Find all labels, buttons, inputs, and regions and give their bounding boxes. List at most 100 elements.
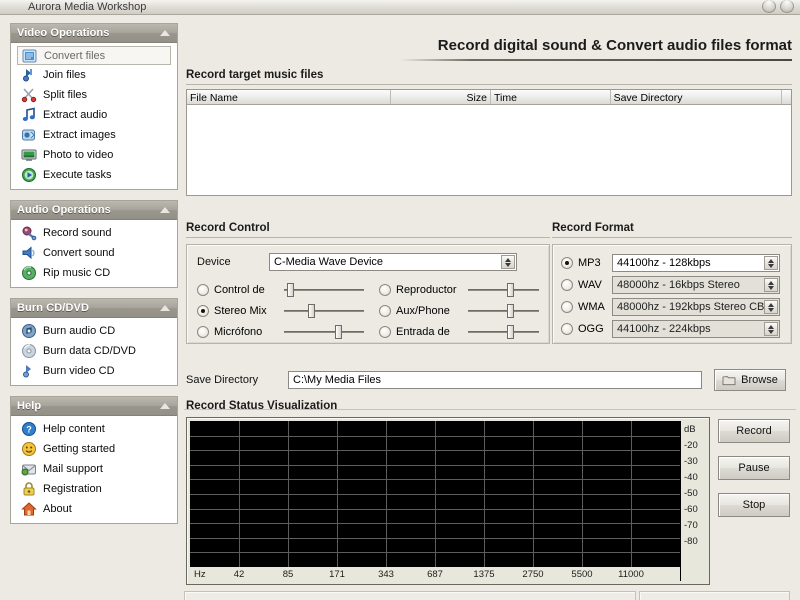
combobox-wma-quality[interactable]: 48000hz - 192kbps Stereo CB bbox=[612, 298, 780, 316]
spinner-icon[interactable] bbox=[764, 300, 778, 314]
sidebar-item-rip-music-cd[interactable]: Rip music CD bbox=[11, 263, 177, 283]
slider-thumb[interactable] bbox=[506, 282, 514, 297]
column-header-file-name[interactable]: File Name bbox=[187, 90, 392, 104]
triangle-up-icon[interactable] bbox=[160, 305, 170, 311]
sidebar-item-help-content[interactable]: ? Help content bbox=[11, 419, 177, 439]
spinner-icon[interactable] bbox=[764, 278, 778, 292]
radio-mp3[interactable] bbox=[561, 257, 573, 269]
table-header-row: File Name Size Time Save Directory bbox=[187, 90, 791, 105]
sidebar-item-record-sound[interactable]: Record sound bbox=[11, 223, 177, 243]
combobox-mp3-quality[interactable]: 44100hz - 128kbps bbox=[612, 254, 780, 272]
radio-wma[interactable] bbox=[561, 301, 573, 313]
channel-row-entrada-de: Entrada de bbox=[379, 321, 539, 342]
sidebar-item-extract-images[interactable]: Extract images bbox=[11, 125, 177, 145]
combobox-wav-quality[interactable]: 48000hz - 16kbps Stereo bbox=[612, 276, 780, 294]
column-header-time[interactable]: Time bbox=[491, 90, 611, 104]
spectrum-grid[interactable] bbox=[190, 421, 680, 567]
sidebar-item-convert-sound[interactable]: Convert sound bbox=[11, 243, 177, 263]
y-tick-label: -20 bbox=[684, 440, 698, 451]
grid-line-horizontal bbox=[190, 537, 680, 539]
triangle-up-icon[interactable] bbox=[160, 403, 170, 409]
sidebar-item-extract-audio[interactable]: Extract audio bbox=[11, 105, 177, 125]
spinner-icon[interactable] bbox=[764, 256, 778, 270]
radio-microfono[interactable] bbox=[197, 325, 209, 338]
slider-thumb[interactable] bbox=[506, 303, 514, 318]
x-tick-label: 1375 bbox=[473, 569, 495, 580]
column-header-save-directory[interactable]: Save Directory bbox=[611, 90, 783, 104]
radio-ogg[interactable] bbox=[561, 323, 573, 335]
channel-row-microfono: Micrófono bbox=[197, 321, 369, 342]
pause-button[interactable]: Pause bbox=[718, 456, 790, 480]
folder-icon bbox=[722, 376, 736, 386]
grid-line-horizontal bbox=[190, 479, 680, 481]
slider-thumb[interactable] bbox=[335, 324, 343, 339]
main-content: Record digital sound & Convert audio fil… bbox=[184, 19, 796, 600]
slider-entrada-de[interactable] bbox=[467, 324, 539, 339]
section-label-record-format: Record Format bbox=[552, 222, 634, 234]
panel-header-video-operations[interactable]: Video Operations bbox=[11, 24, 177, 43]
grid-line-horizontal bbox=[190, 523, 680, 525]
browse-button[interactable]: Browse bbox=[714, 369, 786, 391]
save-directory-input[interactable]: C:\My Media Files bbox=[288, 371, 702, 389]
sidebar-item-about[interactable]: About bbox=[11, 499, 177, 519]
channel-row-stereo-mix: Stereo Mix bbox=[197, 300, 369, 321]
spinner-icon[interactable] bbox=[764, 322, 778, 336]
maximize-button[interactable] bbox=[780, 0, 794, 13]
sidebar: Video Operations Convert files Join file… bbox=[10, 23, 178, 583]
section-label-record-control: Record Control bbox=[186, 222, 270, 234]
sidebar-item-getting-started[interactable]: Getting started bbox=[11, 439, 177, 459]
sidebar-item-label: Execute tasks bbox=[43, 169, 112, 181]
radio-control-de[interactable] bbox=[197, 283, 209, 296]
minimize-button[interactable] bbox=[762, 0, 776, 13]
page-title: Record digital sound & Convert audio fil… bbox=[437, 37, 792, 54]
radio-stereo-mix[interactable] bbox=[197, 304, 209, 317]
spectrum-analyzer[interactable]: Hz 42 85 171 343 687 1375 2750 5500 11000 dB -20 -3… bbox=[186, 417, 710, 585]
combobox-ogg-quality[interactable]: 44100hz - 224kbps bbox=[612, 320, 780, 338]
sidebar-item-mail-support[interactable]: Mail support bbox=[11, 459, 177, 479]
triangle-up-icon[interactable] bbox=[160, 207, 170, 213]
sidebar-item-registration[interactable]: Registration bbox=[11, 479, 177, 499]
sidebar-item-burn-data-cd-dvd[interactable]: Burn data CD/DVD bbox=[11, 341, 177, 361]
device-label: Device bbox=[197, 256, 231, 268]
section-label-visualization: Record Status Visualization bbox=[186, 400, 338, 412]
sidebar-item-convert-files[interactable]: Convert files bbox=[17, 46, 171, 65]
combobox-ogg-value: 44100hz - 224kbps bbox=[617, 323, 711, 335]
radio-wav[interactable] bbox=[561, 279, 573, 291]
panel-header-burn-cd-dvd[interactable]: Burn CD/DVD bbox=[11, 299, 177, 318]
slider-microfono[interactable] bbox=[284, 324, 364, 339]
panel-header-help[interactable]: Help bbox=[11, 397, 177, 416]
panel-body-audio-operations: Record sound Convert sound Rip music CD bbox=[11, 220, 177, 287]
slider-control-de[interactable] bbox=[284, 282, 364, 297]
slider-thumb[interactable] bbox=[287, 282, 295, 297]
sidebar-item-join-files[interactable]: Join files bbox=[11, 65, 177, 85]
radio-aux-phone[interactable] bbox=[379, 304, 391, 317]
record-button[interactable]: Record bbox=[718, 419, 790, 443]
radio-entrada-de[interactable] bbox=[379, 325, 391, 338]
sidebar-item-burn-audio-cd[interactable]: Burn audio CD bbox=[11, 321, 177, 341]
record-format-box: MP3 44100hz - 128kbps WAV 48000hz - 16kb… bbox=[552, 244, 792, 344]
sidebar-item-photo-to-video[interactable]: Photo to video bbox=[11, 145, 177, 165]
sidebar-item-burn-video-cd[interactable]: Burn video CD bbox=[11, 361, 177, 381]
device-combobox[interactable]: C-Media Wave Device bbox=[269, 253, 517, 271]
panel-header-audio-operations[interactable]: Audio Operations bbox=[11, 201, 177, 220]
radio-reproductor[interactable] bbox=[379, 283, 391, 296]
slider-thumb[interactable] bbox=[506, 324, 514, 339]
combobox-wav-value: 48000hz - 16kbps Stereo bbox=[617, 279, 740, 291]
spinner-icon[interactable] bbox=[501, 255, 515, 269]
panel-title: Help bbox=[17, 400, 42, 412]
slider-thumb[interactable] bbox=[308, 303, 315, 318]
triangle-up-icon[interactable] bbox=[160, 30, 170, 36]
y-tick-label: -40 bbox=[684, 472, 698, 483]
sidebar-item-execute-tasks[interactable]: Execute tasks bbox=[11, 165, 177, 185]
table-body-empty[interactable] bbox=[187, 105, 791, 195]
channel-column-right: Reproductor Aux/Phone Entrada de bbox=[379, 279, 539, 342]
sidebar-item-split-files[interactable]: Split files bbox=[11, 85, 177, 105]
file-list-table[interactable]: File Name Size Time Save Directory bbox=[186, 89, 792, 196]
column-header-size[interactable]: Size bbox=[391, 90, 491, 104]
slider-aux-phone[interactable] bbox=[467, 303, 539, 318]
scissors-icon bbox=[21, 88, 37, 103]
slider-reproductor[interactable] bbox=[467, 282, 539, 297]
sidebar-panel-video-operations: Video Operations Convert files Join file… bbox=[10, 23, 178, 190]
slider-stereo-mix[interactable] bbox=[284, 303, 364, 318]
stop-button[interactable]: Stop bbox=[718, 493, 790, 517]
